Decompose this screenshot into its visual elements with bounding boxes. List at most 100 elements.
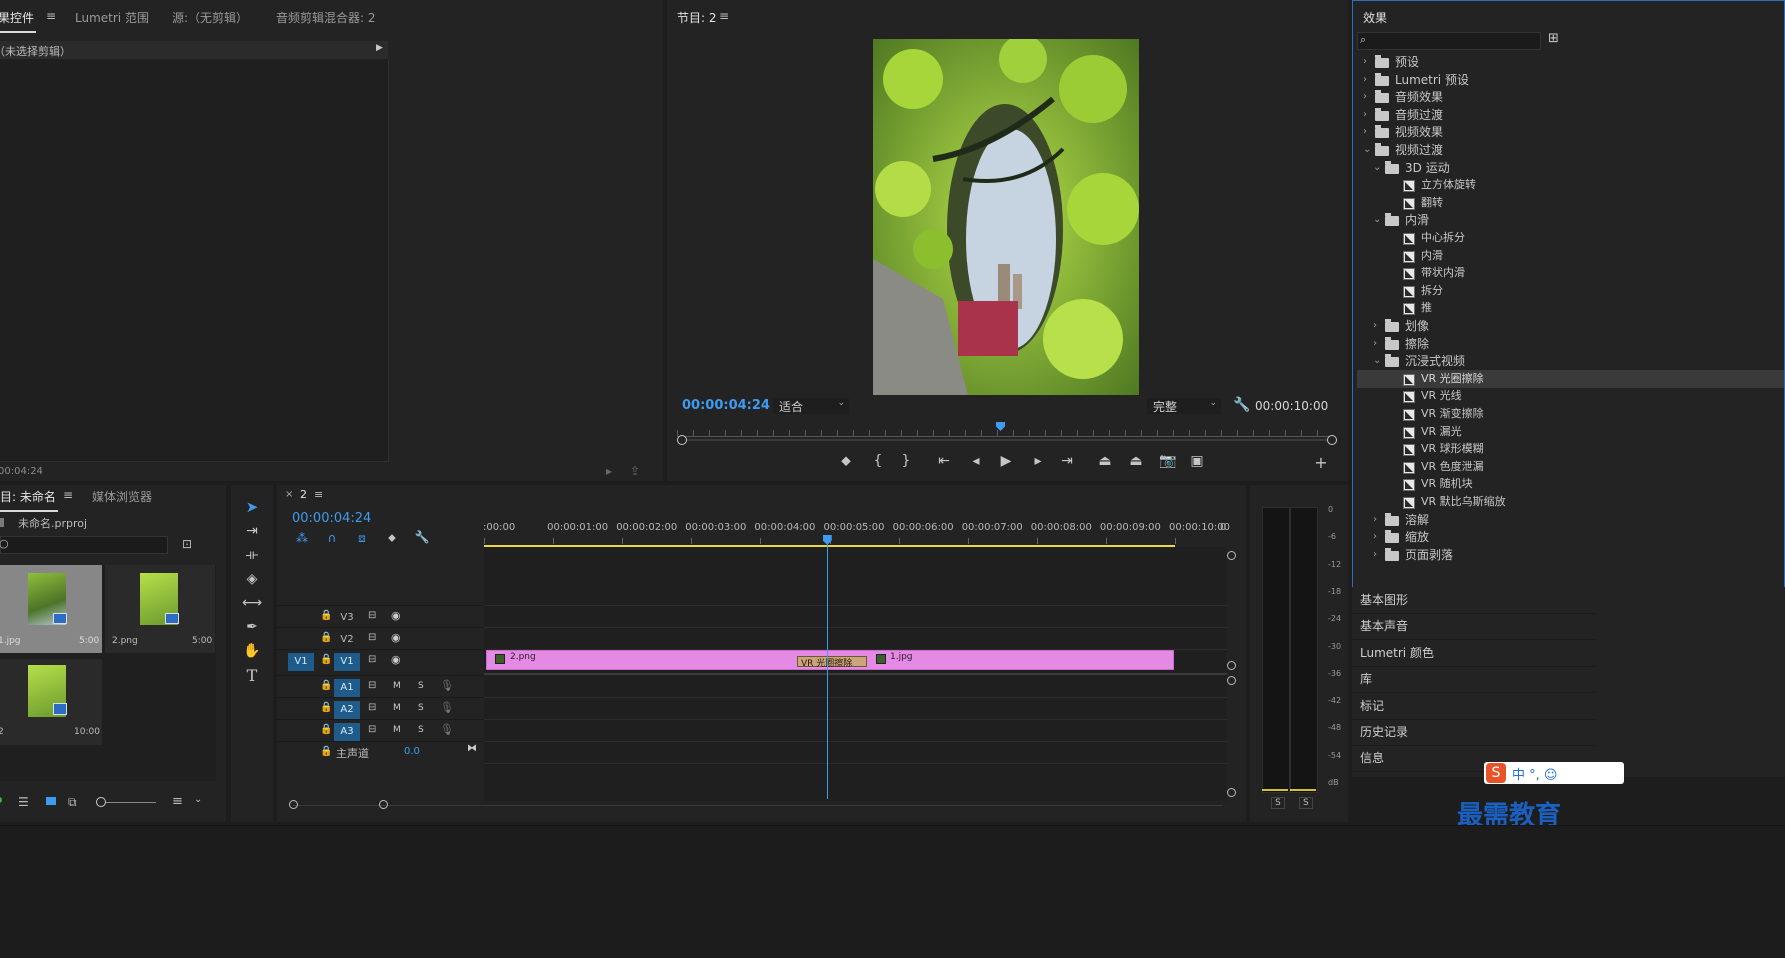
effect-item[interactable]: VR 随机块 [1357,475,1784,493]
effect-folder[interactable]: › Lumetri 预设 [1357,71,1784,89]
zoom-select[interactable]: 适合 ⌄ [773,398,849,414]
step-back-icon[interactable]: ◂ [965,453,987,469]
timeline-timecode[interactable]: 00:00:04:24 [292,511,371,526]
eye-icon[interactable]: ◉ [391,631,401,644]
track-label-v2[interactable]: V2 [334,631,360,649]
effect-item[interactable]: 立方体旋转 [1357,176,1784,194]
effect-item[interactable]: 翻转 [1357,194,1784,212]
side-panel-tab[interactable]: Lumetri 颜色 [1352,640,1595,667]
zoom-slider[interactable] [98,802,156,803]
timeline-tab[interactable]: 2 [300,488,307,501]
chevron-down-icon[interactable]: ⌄ [1373,159,1385,177]
effect-folder[interactable]: › 音频过渡 [1357,106,1784,124]
step-forward-icon[interactable]: ▸ [1027,453,1049,469]
go-to-in-icon[interactable]: ⇤ [933,453,955,469]
effect-folder[interactable]: › 溶解 [1357,511,1784,529]
side-panel-tab[interactable]: 标记 [1352,693,1595,720]
microphone-icon[interactable]: 🎙 [440,679,454,692]
transition-block[interactable]: VR 光圈擦除 [797,656,867,669]
hand-tool-icon[interactable]: ✋ [241,643,263,659]
lock-icon[interactable]: 🔒 [320,654,332,665]
sort-icon[interactable]: ≡ [172,794,183,809]
side-panel-tab[interactable]: 基本声音 [1352,613,1595,641]
side-panel-tab[interactable]: 基本图形 [1352,587,1595,614]
effect-folder[interactable]: › 音频效果 [1357,88,1784,106]
settings-wrench-icon[interactable]: 🔧 [1233,397,1250,413]
expand-arrow-icon[interactable]: ▶ [376,43,383,53]
solo-button[interactable]: S [418,703,424,713]
effect-folder[interactable]: ⌄ 内滑 [1357,211,1784,229]
close-icon[interactable]: × [285,489,293,500]
side-panel-tab[interactable]: 库 [1352,666,1595,694]
tab-lumetri-scopes[interactable]: Lumetri 范围 [75,9,149,26]
microphone-icon[interactable]: 🎙 [440,701,454,714]
track-label-v3[interactable]: V3 [334,609,360,627]
scroll-handle-left[interactable] [677,435,687,445]
effect-item[interactable]: 中心拆分 [1357,229,1784,247]
lock-icon[interactable]: 🔒 [320,680,332,691]
chevron-right-icon[interactable]: › [1363,71,1375,89]
solo-button[interactable]: S [418,681,424,691]
timeline-ruler[interactable]: :00:00 00:00:01:00 00:00:02:00 00:00:03:00 0… [483,515,1230,547]
tab-project[interactable]: 项目: 未命名 [0,488,58,512]
effect-folder[interactable]: › 视频效果 [1357,123,1784,141]
chevron-down-icon[interactable]: ⌄ [1363,141,1375,159]
add-button-icon[interactable]: + [1310,453,1332,472]
side-panel-tab[interactable]: 历史记录 [1352,719,1595,746]
sync-lock-icon[interactable]: ⊟ [368,680,376,691]
effect-item[interactable]: VR 球形模糊 [1357,440,1784,458]
effect-item[interactable]: VR 色度泄漏 [1357,458,1784,476]
scroll-handle-right[interactable] [379,800,388,809]
go-to-out-icon[interactable]: ⇥ [1056,453,1078,469]
vertical-scroll-handle[interactable] [1227,676,1236,685]
video-clip[interactable]: 2.png VR 光圈擦除 1.jpg [486,650,1174,670]
master-volume-value[interactable]: 0.0 [404,746,420,757]
vertical-scroll-handle[interactable] [1227,788,1236,797]
tab-audio-clip-mixer[interactable]: 音频剪辑混合器: 2 [276,9,376,26]
chevron-down-icon[interactable]: ⌄ [1373,352,1385,370]
chevron-down-icon[interactable]: ⌄ [194,794,202,805]
extract-icon[interactable]: ⏏ [1125,453,1147,469]
effect-item[interactable]: VR 漏光 [1357,423,1784,441]
slip-tool-icon[interactable]: ⟷ [241,595,263,611]
scroll-handle-left[interactable] [289,800,298,809]
write-protect-icon[interactable] [0,797,2,803]
sync-lock-icon[interactable]: ⊟ [368,632,376,643]
tab-effect-controls[interactable]: 效果控件 [0,9,37,33]
source-patch-v1[interactable]: V1 [288,653,314,671]
pen-tool-icon[interactable]: ✒ [241,619,263,635]
list-view-icon[interactable]: ☰ [18,795,29,809]
lock-icon[interactable]: 🔒 [320,632,332,643]
chevron-right-icon[interactable]: › [1363,53,1375,71]
panel-menu-icon[interactable]: ≡ [719,9,729,23]
add-marker-icon[interactable]: ⬥ [835,453,857,469]
chevron-down-icon[interactable]: ⌄ [1373,211,1385,229]
program-monitor-title[interactable]: 节目: 2 [677,9,717,26]
lock-icon[interactable]: 🔒 [320,610,332,621]
effect-item[interactable]: VR 默比乌斯缩放 [1357,493,1784,511]
effect-item[interactable]: 带状内滑 [1357,264,1784,282]
solo-right-button[interactable]: S [1299,797,1313,809]
icon-view-icon[interactable] [46,797,56,805]
effects-search-input[interactable]: ⌕ [1357,32,1541,50]
effect-item[interactable]: VR 渐变擦除 [1357,405,1784,423]
effects-title[interactable]: 效果 [1363,9,1387,26]
zoom-slider-handle[interactable] [96,797,106,807]
new-bin-icon[interactable]: ⊡ [182,537,192,551]
ripple-edit-tool-icon[interactable]: ⟛ [241,547,263,563]
type-tool-icon[interactable]: T [241,666,263,685]
chevron-right-icon[interactable]: › [1373,317,1385,335]
program-playhead-timecode[interactable]: 00:00:04:24 [682,398,770,413]
chevron-right-icon[interactable]: › [1363,106,1375,124]
chevron-right-icon[interactable]: › [1363,123,1375,141]
mute-button[interactable]: M [393,725,401,735]
project-item[interactable]: 2.png 5:00 [105,565,215,653]
project-search-input[interactable]: ○ [0,536,168,554]
effect-folder[interactable]: › 划像 [1357,317,1784,335]
effect-folder[interactable]: ⌄ 视频过渡 [1357,141,1784,159]
track-label-v1[interactable]: V1 [334,653,360,671]
chevron-right-icon[interactable]: › [1373,546,1385,564]
effect-folder[interactable]: › 页面剥落 [1357,546,1784,564]
chevron-right-icon[interactable]: › [1373,511,1385,529]
sync-lock-icon[interactable]: ⊟ [368,610,376,621]
